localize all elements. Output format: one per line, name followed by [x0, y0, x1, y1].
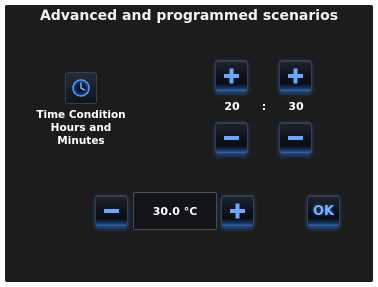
ok-button[interactable]: OK: [307, 195, 340, 227]
time-condition-label-line1: Time Condition: [36, 109, 126, 121]
minutes-decrease-button[interactable]: [279, 122, 312, 154]
minutes-increase-button[interactable]: [279, 60, 312, 92]
clock-icon: [66, 79, 96, 107]
temperature-increase-button[interactable]: [221, 195, 254, 227]
scenario-screen: Advanced and programmed scenarios Time C…: [5, 5, 373, 282]
hours-increase-button[interactable]: [215, 60, 248, 92]
hours-decrease-button[interactable]: [215, 122, 248, 154]
hours-value: 20: [224, 100, 240, 113]
time-separator: :: [261, 100, 267, 113]
temperature-display: 30.0 °C: [133, 192, 217, 230]
temperature-decrease-button[interactable]: [95, 195, 128, 227]
time-condition-tile[interactable]: [65, 72, 97, 104]
temperature-value: 30.0 °C: [152, 205, 198, 218]
minutes-value: 30: [288, 100, 304, 113]
page-title: Advanced and programmed scenarios: [39, 8, 339, 24]
time-condition-label: Time Condition Hours and Minutes: [35, 109, 127, 148]
ok-label: OK: [312, 203, 335, 219]
time-condition-label-line2: Hours and Minutes: [50, 122, 112, 147]
